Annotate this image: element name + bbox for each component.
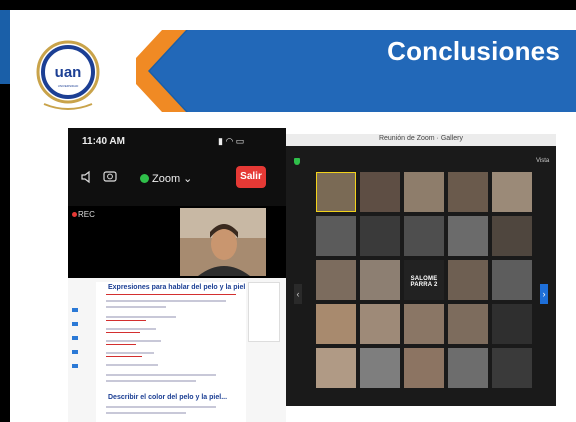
camera-switch-icon[interactable] [102, 168, 118, 184]
slide-title: Conclusiones [387, 36, 560, 66]
participant-tile[interactable] [404, 172, 444, 212]
speaker-icon[interactable] [80, 170, 94, 184]
participant-tile[interactable] [360, 304, 400, 344]
gallery-view-button[interactable]: Vista [536, 158, 549, 164]
record-icon [72, 212, 77, 217]
participant-tile[interactable] [316, 260, 356, 300]
participant-name: SALOME PARRA 2 [410, 276, 438, 288]
participant-tile[interactable] [492, 172, 532, 212]
svg-text:UNIVERSIDAD: UNIVERSIDAD [58, 84, 79, 88]
phone-clock: 11:40 AM [82, 136, 125, 147]
doc-sidebar [72, 308, 78, 378]
participant-tile[interactable] [316, 348, 356, 388]
participant-tile[interactable] [448, 216, 488, 256]
doc-heading: Expresiones para hablar del pelo y la pi… [108, 284, 246, 291]
shared-document: Expresiones para hablar del pelo y la pi… [68, 278, 286, 422]
gallery-next-arrow[interactable]: › [540, 284, 548, 304]
participant-tile[interactable] [316, 216, 356, 256]
gallery-prev-arrow[interactable]: ‹ [294, 284, 302, 304]
participant-tile[interactable] [492, 260, 532, 300]
leave-meeting-button[interactable]: Salir [236, 166, 266, 188]
document-page: Expresiones para hablar del pelo y la pi… [96, 282, 246, 422]
participant-tile[interactable] [492, 304, 532, 344]
university-logo: uan UNIVERSIDAD [36, 40, 100, 110]
zoom-menu[interactable]: Zoom ⌄ [152, 172, 192, 185]
participant-tile[interactable] [448, 172, 488, 212]
phone-status-icons: ▮ ◠ ▭ [218, 136, 245, 146]
participant-tile[interactable] [316, 304, 356, 344]
security-shield-icon [294, 158, 300, 165]
left-accent-bar [0, 10, 10, 84]
screen-frame: uan UNIVERSIDAD Conclusiones 11:40 AM ▮ … [0, 0, 576, 422]
participant-grid: SALOME PARRA 2 [316, 172, 532, 388]
gallery-window-title: Reunión de Zoom · Gallery [378, 135, 464, 142]
zoom-shield-icon [140, 174, 149, 183]
participant-tile[interactable] [448, 348, 488, 388]
doc-subheading: Describir el color del pelo y la piel... [108, 394, 228, 401]
participant-tile[interactable] [360, 260, 400, 300]
participant-tile[interactable] [360, 172, 400, 212]
participant-tile[interactable] [492, 348, 532, 388]
zoom-gallery-screenshot: Reunión de Zoom · Gallery Vista ‹ › SALO… [286, 134, 556, 406]
participant-tile[interactable] [448, 260, 488, 300]
participant-tile[interactable] [448, 304, 488, 344]
annotation-toolbar[interactable] [248, 282, 280, 342]
participant-tile[interactable] [316, 172, 356, 212]
participant-video[interactable] [180, 208, 266, 276]
participant-tile-no-video[interactable]: SALOME PARRA 2 [404, 260, 444, 300]
recording-label: REC [78, 210, 95, 219]
participant-tile[interactable] [404, 348, 444, 388]
participant-tile[interactable] [404, 304, 444, 344]
participant-tile[interactable] [360, 216, 400, 256]
participant-tile[interactable] [360, 348, 400, 388]
logo-text: uan [55, 64, 82, 81]
phone-zoom-screenshot: 11:40 AM ▮ ◠ ▭ Zoom ⌄ Salir REC Expresio… [68, 128, 286, 422]
presentation-slide: uan UNIVERSIDAD Conclusiones 11:40 AM ▮ … [10, 10, 576, 422]
participant-tile[interactable] [492, 216, 532, 256]
gallery-titlebar: Reunión de Zoom · Gallery [286, 134, 556, 146]
participant-tile[interactable] [404, 216, 444, 256]
